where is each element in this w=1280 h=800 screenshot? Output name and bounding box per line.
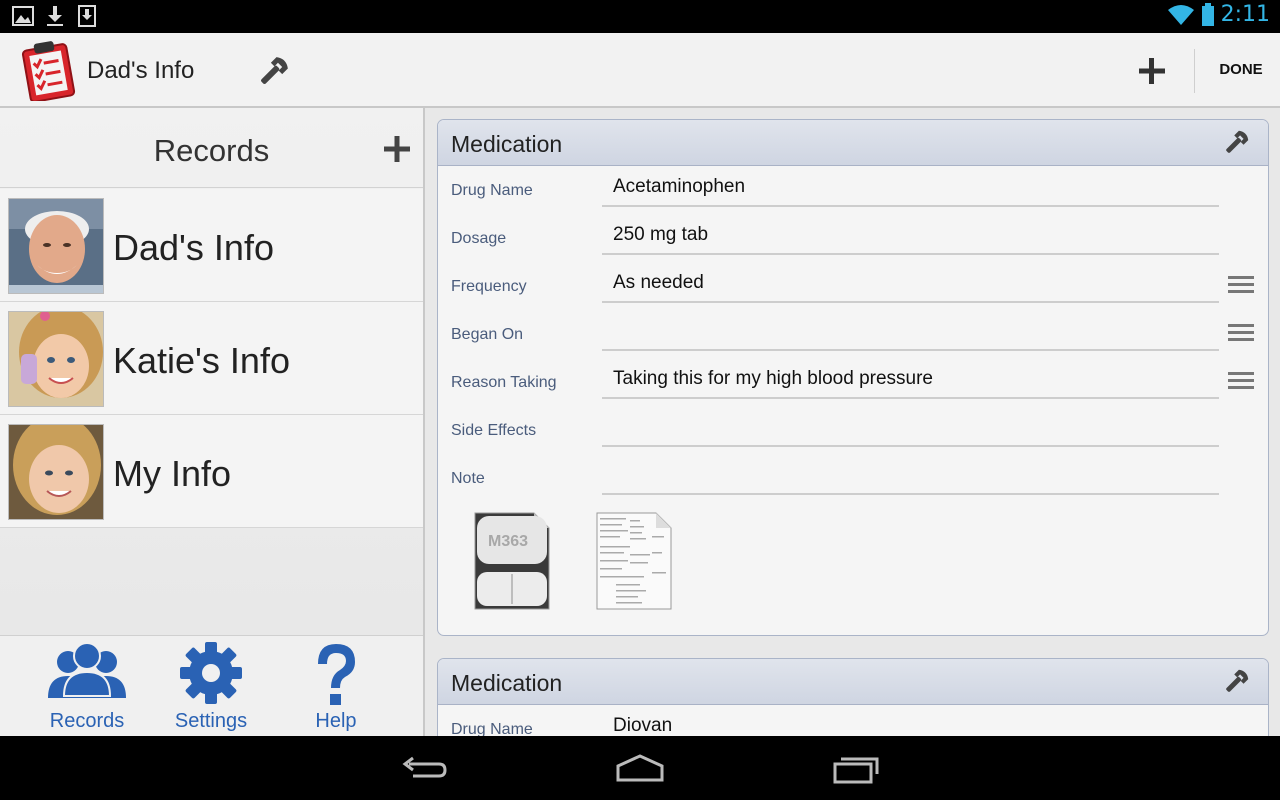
nav-settings[interactable]: Settings: [156, 642, 266, 733]
avatar: [8, 198, 104, 294]
field-reason-taking: Reason Taking Taking this for my high bl…: [438, 358, 1268, 406]
field-drug-name: Drug Name Diovan: [438, 705, 1268, 736]
field-label: Reason Taking: [451, 374, 557, 391]
record-item-dad[interactable]: Dad's Info: [0, 189, 423, 302]
field-note: Note: [438, 454, 1268, 502]
edit-card-wrench-icon[interactable]: [1222, 129, 1250, 157]
field-began-on: Began On: [438, 310, 1268, 358]
record-name: Katie's Info: [113, 340, 290, 381]
pill-photo-attachment[interactable]: M363: [474, 512, 550, 610]
began-on-input[interactable]: [602, 314, 1219, 351]
bottom-nav: Records Settings Help: [0, 635, 423, 736]
action-divider: [1194, 49, 1195, 93]
people-icon: [48, 642, 126, 698]
card-header: Medication: [438, 659, 1268, 705]
document-attachment[interactable]: [596, 512, 672, 610]
nav-help[interactable]: Help: [281, 642, 391, 733]
drug-name-input[interactable]: Acetaminophen: [602, 170, 1219, 207]
system-status: 2:11: [1167, 2, 1270, 27]
nav-records[interactable]: Records: [32, 642, 142, 733]
system-navigation-bar: [0, 736, 1280, 800]
edit-card-wrench-icon[interactable]: [1222, 668, 1250, 696]
began-on-menu-icon[interactable]: [1228, 324, 1254, 342]
nav-help-label: Help: [315, 710, 357, 732]
field-frequency: Frequency As needed: [438, 262, 1268, 310]
gallery-notification-icon: [12, 5, 34, 27]
field-label: Began On: [451, 326, 524, 343]
record-item-katie[interactable]: Katie's Info: [0, 302, 423, 415]
field-value: 250 mg tab: [613, 224, 709, 245]
back-icon[interactable]: [399, 752, 449, 786]
download-notification-icon: [44, 5, 66, 27]
side-effects-input[interactable]: [602, 410, 1219, 447]
records-title: Records: [153, 133, 270, 168]
field-value: As needed: [613, 272, 704, 293]
reason-taking-menu-icon[interactable]: [1228, 372, 1254, 390]
nav-settings-label: Settings: [174, 710, 248, 732]
note-input[interactable]: [602, 458, 1219, 495]
field-label: Frequency: [451, 278, 527, 295]
pill-imprint: M363: [488, 533, 528, 550]
record-item-my[interactable]: My Info: [0, 415, 423, 528]
add-item-button[interactable]: [1134, 53, 1170, 89]
records-panel: Records Dad's Info Katie's Info My Info …: [0, 108, 425, 736]
add-record-button[interactable]: [382, 134, 412, 164]
record-title: Dad's Info: [87, 57, 195, 84]
dosage-input[interactable]: 250 mg tab: [602, 218, 1219, 255]
card-header: Medication: [438, 120, 1268, 166]
field-label: Note: [451, 470, 485, 487]
download-complete-icon: [76, 5, 98, 27]
edit-record-wrench-icon[interactable]: [256, 55, 290, 89]
medication-card: Medication Drug Name Diovan: [437, 658, 1269, 736]
field-label: Drug Name: [451, 721, 533, 736]
nav-records-label: Records: [49, 710, 125, 732]
notification-icons: [12, 5, 98, 27]
field-value: Acetaminophen: [613, 176, 746, 197]
field-dosage: Dosage 250 mg tab: [438, 214, 1268, 262]
done-button[interactable]: DONE: [1206, 61, 1276, 78]
field-drug-name: Drug Name Acetaminophen: [438, 166, 1268, 214]
field-value: Diovan: [613, 715, 673, 736]
recent-apps-icon[interactable]: [831, 752, 881, 786]
field-label: Side Effects: [451, 422, 537, 439]
field-side-effects: Side Effects: [438, 406, 1268, 454]
action-bar: Dad's Info DONE: [0, 33, 1280, 108]
detail-panel: Medication Drug Name Acetaminophen Dosag…: [427, 108, 1280, 736]
record-name: My Info: [113, 453, 232, 494]
medication-card: Medication Drug Name Acetaminophen Dosag…: [437, 119, 1269, 636]
field-label: Dosage: [451, 230, 507, 247]
frequency-menu-icon[interactable]: [1228, 276, 1254, 294]
frequency-input[interactable]: As needed: [602, 266, 1219, 303]
question-mark-icon: [318, 644, 355, 705]
clock: 2:11: [1220, 2, 1270, 27]
avatar: [8, 311, 104, 407]
drug-name-input[interactable]: Diovan: [602, 709, 1219, 736]
record-list: Dad's Info Katie's Info My Info: [0, 189, 423, 528]
record-name: Dad's Info: [113, 227, 274, 268]
home-icon[interactable]: [615, 752, 665, 786]
wifi-icon: [1167, 4, 1194, 25]
reason-taking-input[interactable]: Taking this for my high blood pressure: [602, 362, 1219, 399]
records-header: Records: [0, 108, 423, 188]
card-title: Medication: [451, 670, 563, 696]
card-title: Medication: [451, 131, 563, 157]
field-value: Taking this for my high blood pressure: [613, 368, 933, 389]
gear-icon: [180, 642, 242, 704]
field-label: Drug Name: [451, 182, 533, 199]
attachments: M363: [438, 502, 1268, 628]
status-bar: 2:11: [0, 0, 1280, 33]
avatar: [8, 424, 104, 520]
battery-icon: [1201, 2, 1214, 26]
app-logo-icon[interactable]: [18, 39, 78, 103]
